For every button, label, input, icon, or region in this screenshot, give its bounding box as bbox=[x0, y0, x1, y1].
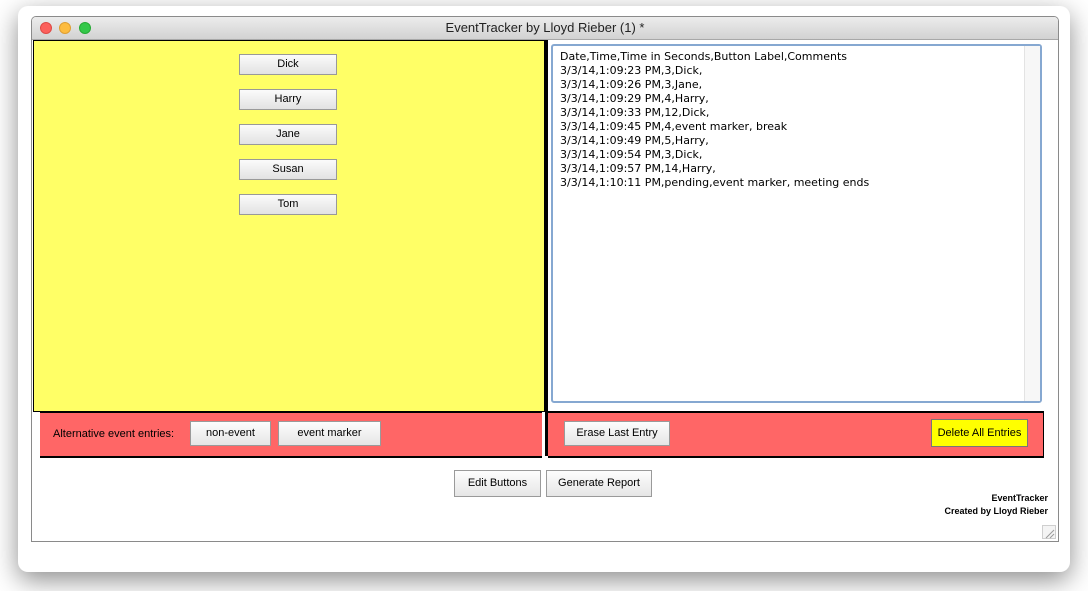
delete-all-entries-button[interactable]: Delete All Entries bbox=[931, 419, 1028, 447]
event-marker-button[interactable]: event marker bbox=[278, 421, 381, 446]
participant-button-harry[interactable]: Harry bbox=[239, 89, 337, 110]
panel-divider bbox=[545, 40, 548, 456]
non-event-button[interactable]: non-event bbox=[190, 421, 271, 446]
participant-button-jane[interactable]: Jane bbox=[239, 124, 337, 145]
resize-grip-icon[interactable] bbox=[1042, 525, 1056, 539]
edit-buttons-button[interactable]: Edit Buttons bbox=[454, 470, 541, 497]
participant-panel: Dick Harry Jane Susan Tom bbox=[33, 40, 545, 412]
erase-last-entry-button[interactable]: Erase Last Entry bbox=[564, 421, 670, 446]
event-log-scrollbar[interactable] bbox=[1024, 46, 1040, 401]
participant-button-tom[interactable]: Tom bbox=[239, 194, 337, 215]
participant-button-susan[interactable]: Susan bbox=[239, 159, 337, 180]
generate-report-button[interactable]: Generate Report bbox=[546, 470, 652, 497]
alternative-entries-bar: Alternative event entries: non-event eve… bbox=[40, 411, 542, 458]
alternative-entries-label: Alternative event entries: bbox=[53, 428, 175, 440]
creator-label: Created by Lloyd Rieber bbox=[944, 506, 1048, 516]
app-window: EventTracker by Lloyd Rieber (1) * Dick … bbox=[31, 16, 1059, 542]
window-title: EventTracker by Lloyd Rieber (1) * bbox=[445, 20, 645, 35]
event-log-textarea[interactable]: Date,Time,Time in Seconds,Button Label,C… bbox=[551, 44, 1042, 403]
event-log-text[interactable]: Date,Time,Time in Seconds,Button Label,C… bbox=[560, 50, 1020, 190]
app-name-label: EventTracker bbox=[991, 493, 1048, 503]
title-bar[interactable]: EventTracker by Lloyd Rieber (1) * bbox=[32, 17, 1058, 40]
participant-button-dick[interactable]: Dick bbox=[239, 54, 337, 75]
log-controls-bar: Erase Last Entry Delete All Entries bbox=[548, 411, 1044, 458]
